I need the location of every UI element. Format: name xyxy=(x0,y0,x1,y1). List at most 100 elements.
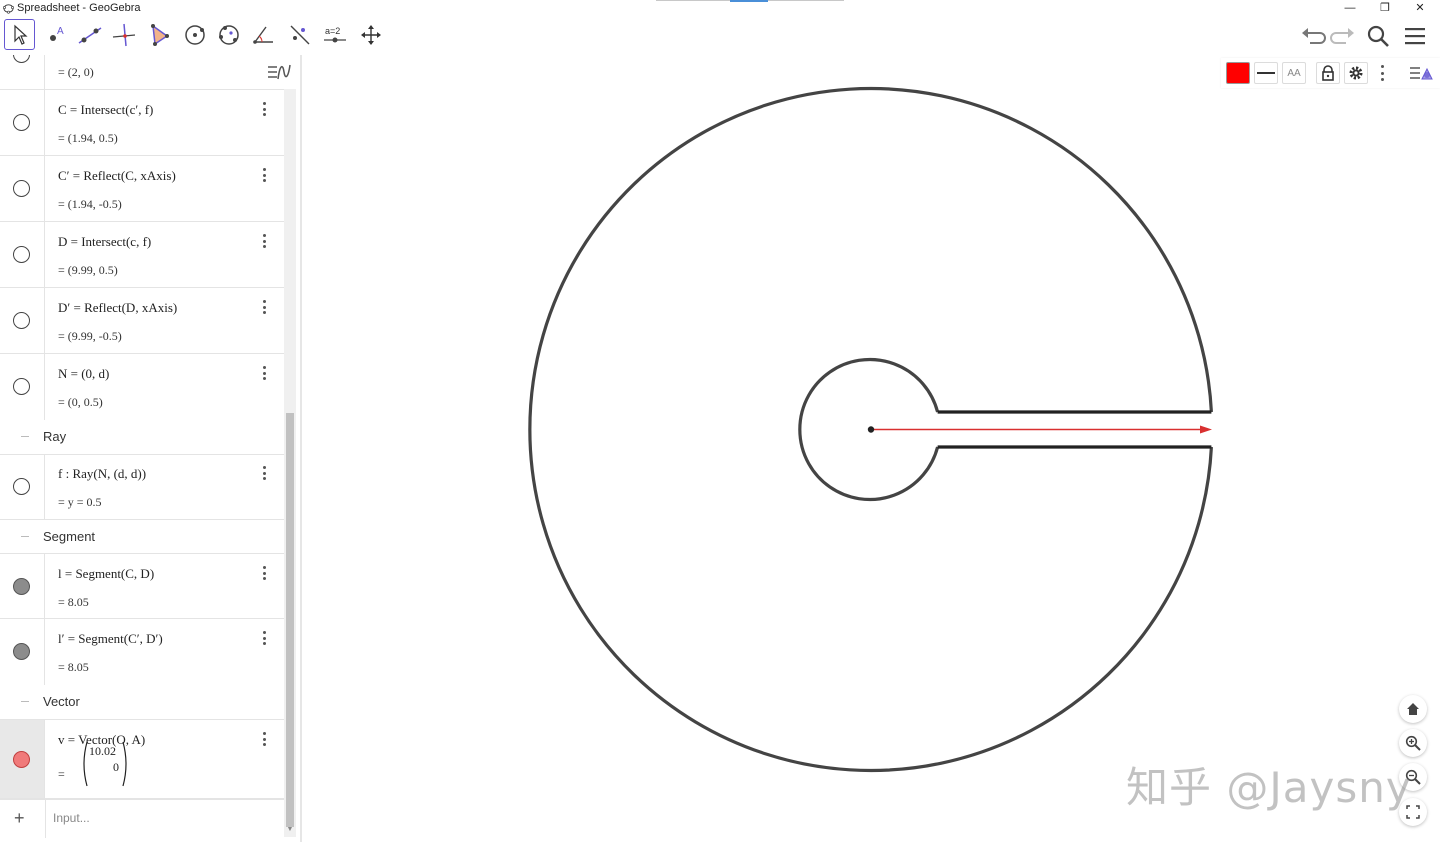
settings-button[interactable] xyxy=(1344,62,1368,84)
row-more-menu-icon[interactable] xyxy=(258,166,270,184)
visibility-toggle[interactable] xyxy=(13,378,30,395)
row-definition[interactable]: D′ = Reflect(D, xAxis) xyxy=(58,300,177,316)
search-icon xyxy=(1367,25,1389,47)
reflect-tool-button[interactable] xyxy=(284,19,315,50)
visibility-toggle[interactable] xyxy=(13,478,30,495)
row-more-menu-icon[interactable] xyxy=(258,730,270,748)
text-size-button[interactable]: AA xyxy=(1282,62,1306,84)
reflect-line-icon xyxy=(290,25,309,44)
collapse-icon[interactable] xyxy=(21,436,29,437)
marble-cell xyxy=(0,554,45,618)
restore-button[interactable]: ❐ xyxy=(1370,0,1400,17)
row-more-menu-icon[interactable] xyxy=(258,298,270,316)
collapse-icon[interactable] xyxy=(21,536,29,537)
marble-cell xyxy=(0,455,45,519)
scroll-down-arrow-icon[interactable]: ▼ xyxy=(286,826,294,836)
origin-point[interactable] xyxy=(867,426,875,433)
algebra-row-N[interactable]: N = (0, d) = (0, 0.5) xyxy=(0,354,284,420)
algebra-input-field[interactable]: Input... xyxy=(53,811,90,825)
move-arrows-icon xyxy=(360,24,381,45)
algebra-row-l[interactable]: l = Segment(C, D) = 8.05 xyxy=(0,553,284,619)
search-button[interactable] xyxy=(1363,21,1393,51)
visibility-toggle[interactable] xyxy=(13,55,30,63)
algebra-row-partial[interactable]: = (2, 0) xyxy=(0,55,284,90)
group-header-ray[interactable]: Ray xyxy=(0,420,284,454)
vector-v-arrowhead xyxy=(1200,425,1212,434)
group-header-vector[interactable]: Vector xyxy=(0,685,284,719)
algebra-row-D[interactable]: D = Intersect(c, f) = (9.99, 0.5) xyxy=(0,222,284,288)
style-bar-more-icon[interactable] xyxy=(1379,65,1385,81)
close-button[interactable]: ✕ xyxy=(1405,0,1435,17)
line-tool-button[interactable] xyxy=(74,19,105,50)
algebra-row-f[interactable]: f : Ray(N, (d, d)) = y = 0.5 xyxy=(0,454,284,520)
main-toolbar: A a=2 xyxy=(0,17,1440,54)
slider-label: a=2 xyxy=(325,26,340,36)
algebra-settings-icon xyxy=(268,64,291,80)
redo-button[interactable] xyxy=(1328,21,1358,51)
home-icon xyxy=(1407,703,1419,715)
geogebra-logo-icon xyxy=(3,4,14,14)
polygon-tool-button[interactable] xyxy=(143,19,174,50)
algebra-row-C-prime[interactable]: C′ = Reflect(C, xAxis) = (1.94, -0.5) xyxy=(0,156,284,222)
algebra-view-style-button[interactable] xyxy=(262,60,296,84)
visibility-toggle[interactable] xyxy=(13,643,30,660)
line-style-button[interactable] xyxy=(1254,62,1278,84)
algebra-view: = (2, 0) C = Intersect(c′, f) = (1.94, 0… xyxy=(0,55,284,842)
row-more-menu-icon[interactable] xyxy=(258,464,270,482)
row-value: = y = 0.5 xyxy=(58,495,102,509)
row-definition[interactable]: l = Segment(C, D) xyxy=(58,566,154,582)
visibility-toggle[interactable] xyxy=(13,180,30,197)
home-view-button[interactable] xyxy=(1399,695,1427,723)
slider-tool-button[interactable]: a=2 xyxy=(319,19,350,50)
row-more-menu-icon[interactable] xyxy=(258,232,270,250)
point-tool-button[interactable]: A xyxy=(40,19,71,50)
move-graphics-view-tool-button[interactable] xyxy=(355,19,386,50)
color-button[interactable] xyxy=(1226,62,1250,84)
zoom-in-button[interactable] xyxy=(1399,729,1427,757)
group-label: Segment xyxy=(43,529,96,544)
row-more-menu-icon[interactable] xyxy=(258,100,270,118)
minimize-button[interactable]: — xyxy=(1335,0,1365,17)
row-definition[interactable]: N = (0, d) xyxy=(58,366,109,382)
circle-three-points-tool-button[interactable] xyxy=(213,19,244,50)
visibility-toggle[interactable] xyxy=(13,246,30,263)
algebra-row-D-prime[interactable]: D′ = Reflect(D, xAxis) = (9.99, -0.5) xyxy=(0,288,284,354)
undo-button[interactable] xyxy=(1298,21,1328,51)
line-icon xyxy=(78,26,101,44)
input-divider xyxy=(45,800,46,838)
algebra-row-l-prime[interactable]: l′ = Segment(C′, D′) = 8.05 xyxy=(0,619,284,685)
graphics-view[interactable] xyxy=(302,55,1440,842)
algebra-row-v[interactable]: v = Vector(O, A) = xyxy=(0,719,284,799)
row-value: = (9.99, 0.5) xyxy=(58,263,118,277)
visibility-toggle[interactable] xyxy=(13,114,30,131)
row-definition[interactable]: f : Ray(N, (d, d)) xyxy=(58,466,146,482)
main-menu-button[interactable] xyxy=(1400,21,1430,51)
move-tool-button[interactable] xyxy=(4,19,35,50)
algebra-input-row[interactable]: + Input... xyxy=(0,799,284,838)
vector-matrix: 10.02 0 xyxy=(80,738,130,790)
algebra-scrollbar-thumb[interactable] xyxy=(286,413,294,827)
row-more-menu-icon[interactable] xyxy=(258,364,270,382)
collapse-icon[interactable] xyxy=(21,701,29,702)
row-definition[interactable]: l′ = Segment(C′, D′) xyxy=(58,631,163,647)
marble-cell xyxy=(0,288,45,353)
row-more-menu-icon[interactable] xyxy=(258,564,270,582)
marble-cell xyxy=(0,222,45,287)
row-definition[interactable]: C = Intersect(c′, f) xyxy=(58,102,153,118)
visibility-toggle[interactable] xyxy=(13,578,30,595)
angle-tool-button[interactable] xyxy=(248,19,279,50)
algebra-row-C[interactable]: C = Intersect(c′, f) = (1.94, 0.5) xyxy=(0,90,284,156)
zoom-in-icon xyxy=(1405,735,1421,751)
row-definition[interactable]: D = Intersect(c, f) xyxy=(58,234,151,250)
visibility-toggle[interactable] xyxy=(13,312,30,329)
add-input-plus-icon[interactable]: + xyxy=(14,808,25,829)
circle-center-point-tool-button[interactable] xyxy=(179,19,210,50)
graphics-view-menu-button[interactable] xyxy=(1407,62,1435,84)
perpendicular-line-tool-button[interactable] xyxy=(108,19,139,50)
lock-button[interactable] xyxy=(1316,62,1340,84)
group-header-segment[interactable]: Segment xyxy=(0,520,284,554)
row-definition[interactable]: C′ = Reflect(C, xAxis) xyxy=(58,168,176,184)
circle-center-icon xyxy=(184,24,205,45)
row-more-menu-icon[interactable] xyxy=(258,629,270,647)
visibility-toggle[interactable] xyxy=(13,751,30,768)
